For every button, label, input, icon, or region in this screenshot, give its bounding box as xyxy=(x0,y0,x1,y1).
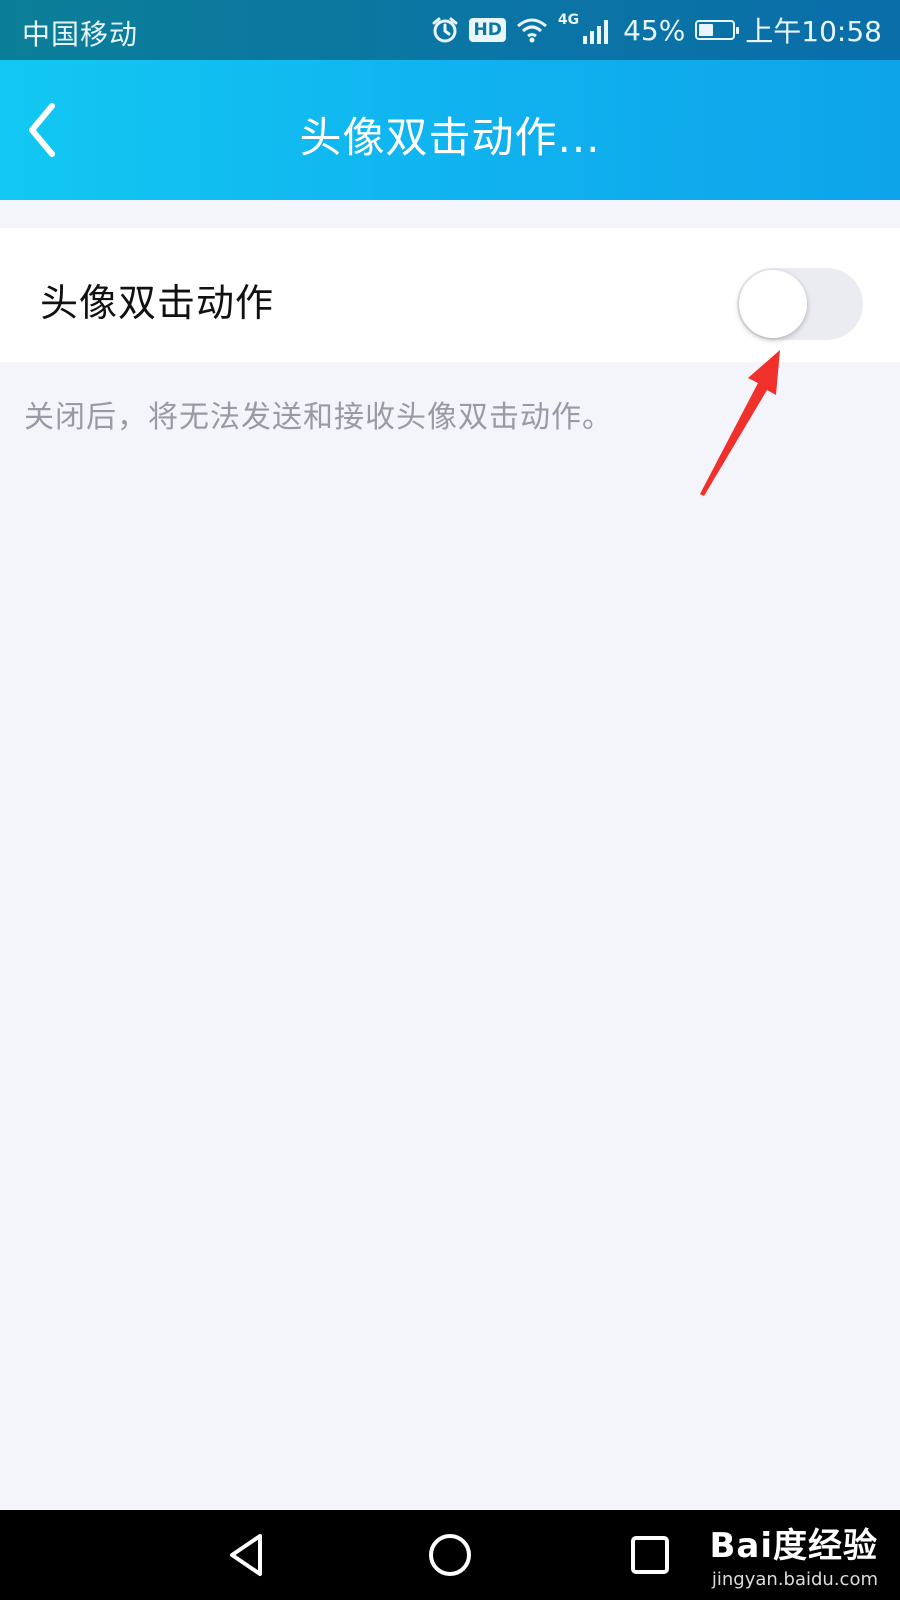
signal-icon xyxy=(583,20,609,44)
wifi-icon xyxy=(516,18,547,43)
status-icons: HD 4G 45% 上午10:58 xyxy=(431,10,882,50)
toggle-knob xyxy=(739,270,807,338)
avatar-double-tap-toggle[interactable] xyxy=(737,268,863,340)
home-circle-icon xyxy=(429,1534,471,1576)
network-type: 4G xyxy=(557,12,580,28)
watermark-brand: Bai度经验 xyxy=(709,1526,878,1566)
annotation-arrow xyxy=(700,350,780,496)
recents-square-icon xyxy=(631,1536,669,1574)
battery-percent: 45% xyxy=(623,13,686,47)
setting-hint: 关闭后，将无法发送和接收头像双击动作。 xyxy=(24,400,613,435)
status-bar: 中国移动 HD 4G 45% 上午10:58 xyxy=(0,0,900,60)
app-header: 头像双击动作... xyxy=(0,60,900,200)
baidu-watermark: Bai度经验 jingyan.baidu.com xyxy=(709,1518,878,1590)
clock-time: 上午10:58 xyxy=(745,15,882,48)
navigation-bar: Bai度经验 jingyan.baidu.com xyxy=(0,1510,900,1600)
setting-label: 头像双击动作 xyxy=(40,281,275,325)
nav-back-button[interactable] xyxy=(222,1530,272,1580)
hd-icon: HD xyxy=(469,18,506,42)
watermark-url: jingyan.baidu.com xyxy=(711,1569,878,1590)
alarm-icon xyxy=(432,17,458,43)
nav-recents-button[interactable] xyxy=(625,1530,675,1580)
battery-icon xyxy=(695,20,740,40)
carrier-name: 中国移动 xyxy=(22,18,139,51)
nav-home-button[interactable] xyxy=(425,1530,475,1580)
page-title: 头像双击动作... xyxy=(299,113,601,162)
back-triangle-icon xyxy=(230,1534,262,1576)
battery-fill xyxy=(699,24,714,36)
